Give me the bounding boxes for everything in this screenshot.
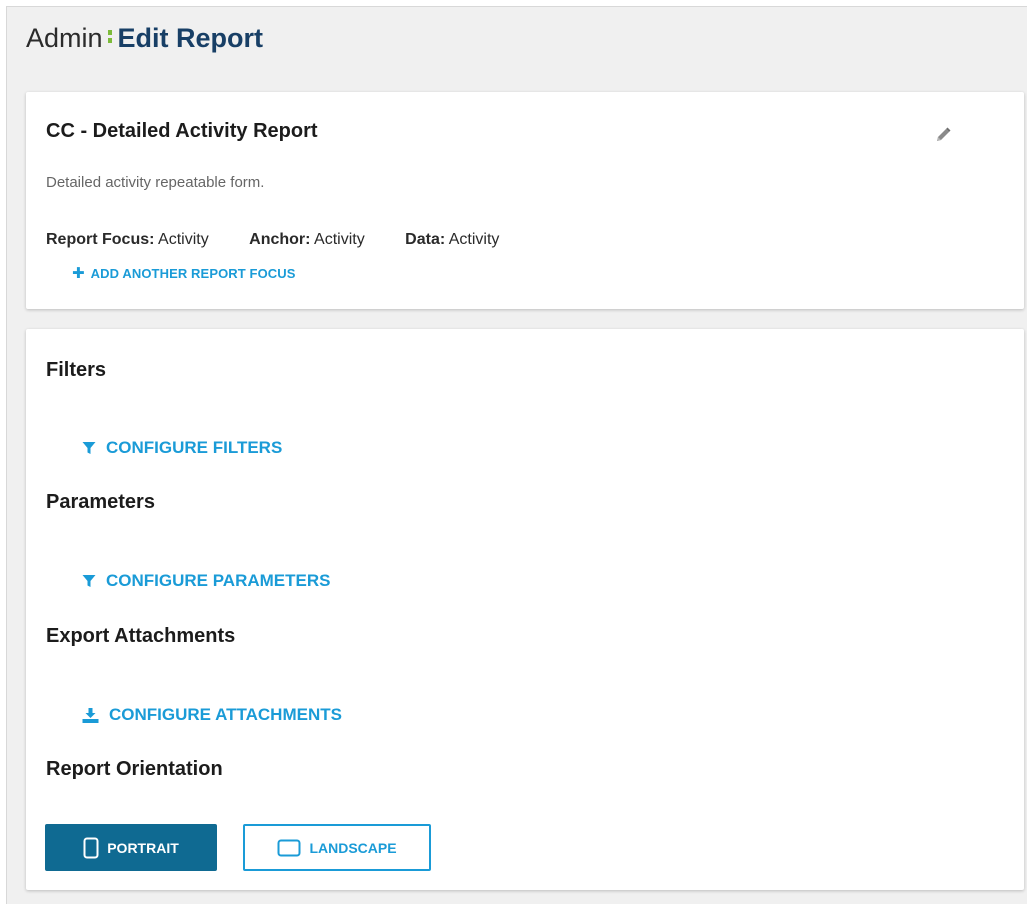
breadcrumb-admin[interactable]: Admin <box>26 23 103 53</box>
pencil-icon <box>937 127 951 141</box>
configure-parameters-link[interactable]: CONFIGURE PARAMETERS <box>82 571 330 591</box>
meta-data: Data: Activity <box>405 231 499 249</box>
configure-filters-link[interactable]: CONFIGURE FILTERS <box>82 438 282 458</box>
portrait-label: PORTRAIT <box>107 839 179 856</box>
filter-icon <box>82 575 96 587</box>
add-report-focus-link[interactable]: ✚ ADD ANOTHER REPORT FOCUS <box>72 264 296 282</box>
download-icon <box>82 707 99 723</box>
edit-report-button[interactable] <box>934 126 952 144</box>
page-title: Edit Report <box>117 23 264 53</box>
report-description: Detailed activity repeatable form. <box>46 174 265 191</box>
configure-attachments-link[interactable]: CONFIGURE ATTACHMENTS <box>82 705 342 725</box>
meta-label: Anchor: <box>249 231 311 248</box>
report-config-card: Filters CONFIGURE FILTERS Parameters CON… <box>26 329 1024 890</box>
parameters-heading: Parameters <box>46 491 155 513</box>
landscape-label: LANDSCAPE <box>309 839 397 856</box>
app-frame: Admin Edit Report CC - Detailed Activity … <box>6 6 1027 904</box>
filter-icon <box>82 442 96 454</box>
meta-value: Activity <box>158 231 209 248</box>
report-meta: Report Focus: Activity Anchor: Activity … <box>46 231 535 249</box>
report-name: CC - Detailed Activity Report <box>46 120 318 142</box>
meta-label: Data: <box>405 231 446 248</box>
configure-attachments-label: CONFIGURE ATTACHMENTS <box>109 705 342 724</box>
portrait-icon <box>83 837 99 858</box>
plus-icon: ✚ <box>72 265 85 282</box>
portrait-button[interactable]: PORTRAIT <box>45 824 217 871</box>
meta-report-focus: Report Focus: Activity <box>46 231 209 249</box>
configure-parameters-label: CONFIGURE PARAMETERS <box>106 571 331 590</box>
meta-anchor: Anchor: Activity <box>249 231 365 249</box>
meta-value: Activity <box>314 231 365 248</box>
report-orientation-heading: Report Orientation <box>46 758 223 780</box>
export-attachments-heading: Export Attachments <box>46 625 236 647</box>
landscape-button[interactable]: LANDSCAPE <box>243 824 431 871</box>
add-focus-label: ADD ANOTHER REPORT FOCUS <box>90 266 296 281</box>
page-header: Admin Edit Report <box>26 21 263 55</box>
report-details-card: CC - Detailed Activity Report Detailed a… <box>26 92 1024 309</box>
configure-filters-label: CONFIGURE FILTERS <box>106 438 283 457</box>
meta-label: Report Focus: <box>46 231 155 248</box>
breadcrumb-separator <box>107 27 112 46</box>
meta-value: Activity <box>448 231 500 248</box>
landscape-icon <box>277 839 301 856</box>
filters-heading: Filters <box>46 359 107 381</box>
